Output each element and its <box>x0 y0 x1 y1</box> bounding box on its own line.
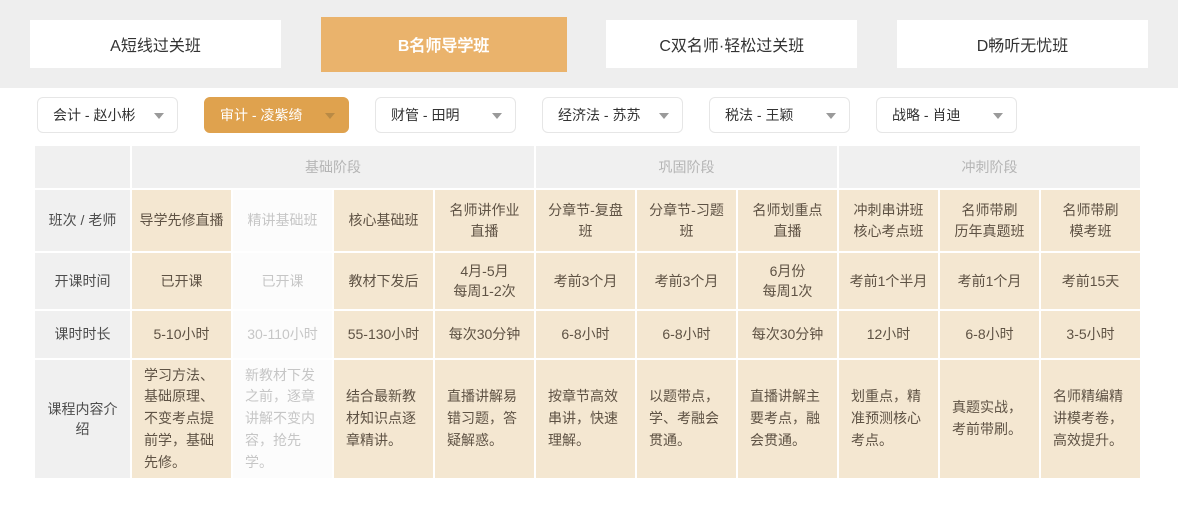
subject-label: 经济法 - 苏苏 <box>558 105 640 125</box>
row-header-duration: 课时时长 <box>35 311 130 358</box>
subject-select-shenji-active[interactable]: 审计 - 凌紫绮 <box>204 97 349 133</box>
subject-select-caiguan[interactable]: 财管 - 田明 <box>375 97 516 133</box>
class-name-cell: 分章节-复盘班 <box>536 190 635 251</box>
subject-label: 会计 - 赵小彬 <box>53 105 135 125</box>
subject-select-zhanlue[interactable]: 战略 - 肖迪 <box>876 97 1017 133</box>
description-cell: 按章节高效串讲，快速理解。 <box>536 360 635 478</box>
chevron-down-icon <box>492 113 502 119</box>
course-schedule-table: 基础阶段 巩固阶段 冲刺阶段 班次 / 老师 导学先修直播 精讲基础班 核心基础… <box>33 144 1178 480</box>
start-time-cell: 已开课 <box>233 253 332 309</box>
class-name-cell: 名师带刷 历年真题班 <box>940 190 1039 251</box>
description-cell: 真题实战，考前带刷。 <box>940 360 1039 478</box>
class-name-cell: 导学先修直播 <box>132 190 231 251</box>
chevron-down-icon <box>325 113 335 119</box>
duration-cell: 3-5小时 <box>1041 311 1140 358</box>
duration-cell: 30-110小时 <box>233 311 332 358</box>
start-time-cell: 考前3个月 <box>637 253 736 309</box>
subject-select-jingjifa[interactable]: 经济法 - 苏苏 <box>542 97 683 133</box>
start-time-cell: 教材下发后 <box>334 253 433 309</box>
tab-class-c[interactable]: C双名师·轻松过关班 <box>606 20 857 68</box>
subject-select-shuifa[interactable]: 税法 - 王颖 <box>709 97 850 133</box>
subject-label: 税法 - 王颖 <box>725 105 793 125</box>
description-cell: 直播讲解易错习题，答疑解惑。 <box>435 360 534 478</box>
subject-filter-bar: 会计 - 赵小彬 审计 - 凌紫绮 财管 - 田明 经济法 - 苏苏 税法 - … <box>0 88 1178 141</box>
duration-cell: 每次30分钟 <box>738 311 837 358</box>
duration-cell: 5-10小时 <box>132 311 231 358</box>
class-name-cell: 精讲基础班 <box>233 190 332 251</box>
description-cell: 结合最新教材知识点逐章精讲。 <box>334 360 433 478</box>
subject-select-kuaiji[interactable]: 会计 - 赵小彬 <box>37 97 178 133</box>
description-cell: 名师精编精讲模考卷，高效提升。 <box>1041 360 1140 478</box>
chevron-down-icon <box>154 113 164 119</box>
start-time-cell: 考前1个半月 <box>839 253 938 309</box>
tab-class-b-active[interactable]: B名师导学班 <box>321 17 567 72</box>
duration-cell: 12小时 <box>839 311 938 358</box>
duration-cell: 6-8小时 <box>637 311 736 358</box>
corner-cell <box>35 146 130 188</box>
class-name-cell: 名师带刷 模考班 <box>1041 190 1140 251</box>
class-name-cell: 冲刺串讲班 核心考点班 <box>839 190 938 251</box>
duration-cell: 每次30分钟 <box>435 311 534 358</box>
start-time-cell: 已开课 <box>132 253 231 309</box>
start-time-cell: 考前1个月 <box>940 253 1039 309</box>
tab-class-a[interactable]: A短线过关班 <box>30 20 281 68</box>
stage-header-basic: 基础阶段 <box>132 146 534 188</box>
stage-header-sprint: 冲刺阶段 <box>839 146 1140 188</box>
start-time-cell: 考前3个月 <box>536 253 635 309</box>
duration-cell: 6-8小时 <box>536 311 635 358</box>
subject-label: 审计 - 凌紫绮 <box>220 105 302 125</box>
description-cell: 直播讲解主要考点，融会贯通。 <box>738 360 837 478</box>
class-name-cell: 名师划重点 直播 <box>738 190 837 251</box>
description-cell: 学习方法、基础原理、不变考点提前学，基础先修。 <box>132 360 231 478</box>
description-cell: 以题带点，学、考融会贯通。 <box>637 360 736 478</box>
class-type-tab-bar: A短线过关班 B名师导学班 C双名师·轻松过关班 D畅听无忧班 <box>0 0 1178 88</box>
start-time-cell: 4月-5月 每周1-2次 <box>435 253 534 309</box>
stage-header-consolidation: 巩固阶段 <box>536 146 837 188</box>
start-time-cell: 6月份 每周1次 <box>738 253 837 309</box>
chevron-down-icon <box>993 113 1003 119</box>
class-name-cell: 分章节-习题班 <box>637 190 736 251</box>
row-header-class-teacher: 班次 / 老师 <box>35 190 130 251</box>
class-name-cell: 名师讲作业 直播 <box>435 190 534 251</box>
subject-label: 战略 - 肖迪 <box>892 105 960 125</box>
tab-class-d[interactable]: D畅听无忧班 <box>897 20 1148 68</box>
class-name-cell: 核心基础班 <box>334 190 433 251</box>
row-header-description: 课程内容介绍 <box>35 360 130 478</box>
subject-label: 财管 - 田明 <box>391 105 459 125</box>
description-cell: 新教材下发之前，逐章讲解不变内容，抢先学。 <box>233 360 332 478</box>
row-header-start-time: 开课时间 <box>35 253 130 309</box>
duration-cell: 6-8小时 <box>940 311 1039 358</box>
duration-cell: 55-130小时 <box>334 311 433 358</box>
chevron-down-icon <box>659 113 669 119</box>
start-time-cell: 考前15天 <box>1041 253 1140 309</box>
description-cell: 划重点，精准预测核心考点。 <box>839 360 938 478</box>
chevron-down-icon <box>826 113 836 119</box>
